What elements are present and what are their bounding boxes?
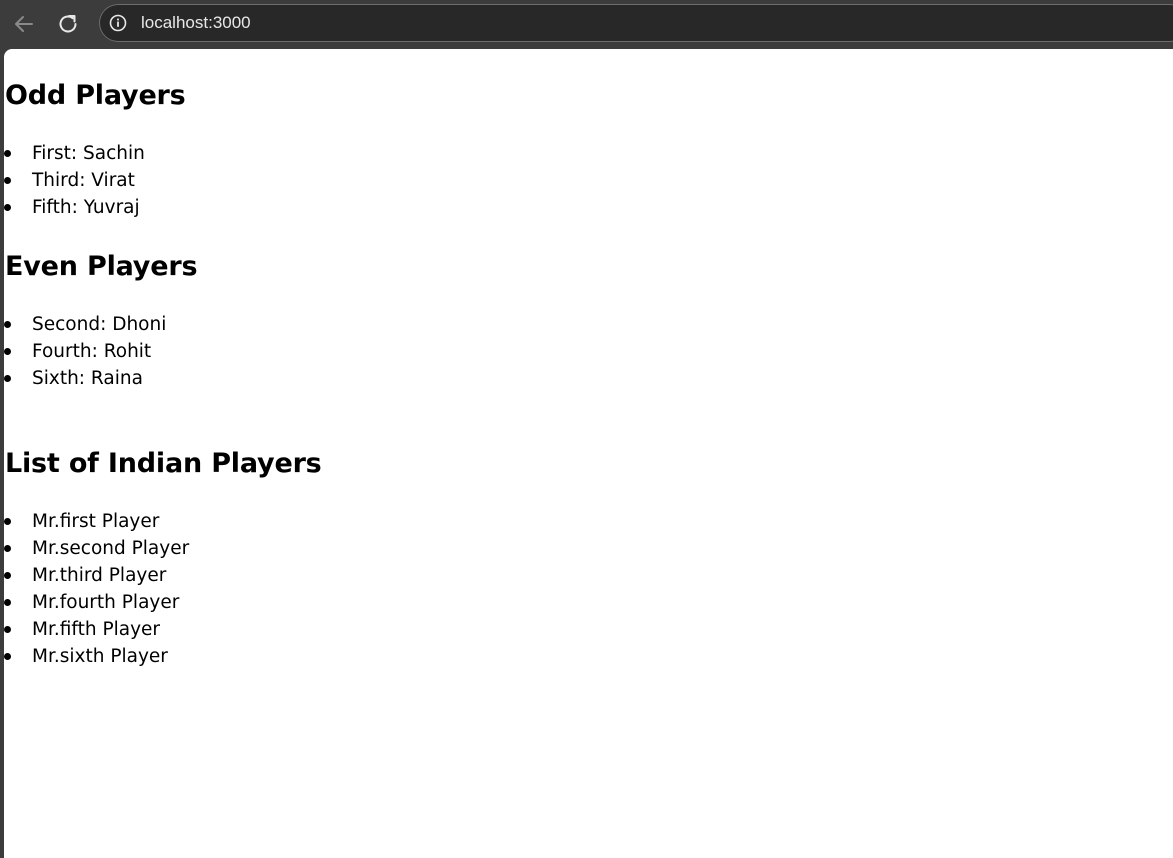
list-item-text: Mr.sixth Player: [32, 646, 168, 667]
browser-toolbar: localhost:3000: [0, 0, 1173, 48]
list-item-text: Mr.fourth Player: [32, 592, 180, 613]
bullet-icon: [4, 204, 11, 211]
bullet-icon: [4, 321, 11, 328]
list-item-text: Sixth: Raina: [32, 368, 143, 389]
odd-players-heading: Odd Players: [5, 80, 186, 111]
bullet-icon: [4, 348, 11, 355]
list-item-text: Mr.first Player: [32, 511, 160, 532]
list-item-text: Second: Dhoni: [32, 314, 167, 335]
reload-icon: [59, 15, 77, 33]
bullet-icon: [4, 177, 11, 184]
bullet-icon: [4, 518, 11, 525]
list-item-text: First: Sachin: [32, 143, 145, 164]
page-content: Odd Players First: Sachin Third: Virat F…: [4, 49, 1173, 858]
reload-button[interactable]: [52, 8, 84, 40]
address-bar[interactable]: localhost:3000: [99, 4, 1173, 42]
bullet-icon: [4, 150, 11, 157]
info-icon[interactable]: [109, 14, 127, 32]
bullet-icon: [4, 653, 11, 660]
list-item-text: Mr.second Player: [32, 538, 190, 559]
bullet-icon: [4, 626, 11, 633]
back-button[interactable]: [8, 8, 40, 40]
even-players-heading: Even Players: [5, 251, 198, 282]
list-item-text: Third: Virat: [32, 170, 135, 191]
bullet-icon: [4, 545, 11, 552]
list-item-text: Mr.fifth Player: [32, 619, 161, 640]
url-text[interactable]: localhost:3000: [141, 13, 251, 33]
list-item-text: Mr.third Player: [32, 565, 167, 586]
bullet-icon: [4, 375, 11, 382]
bullet-icon: [4, 572, 11, 579]
bullet-icon: [4, 599, 11, 606]
list-item-text: Fifth: Yuvraj: [32, 197, 140, 218]
list-item-text: Fourth: Rohit: [32, 341, 152, 362]
indian-players-heading: List of Indian Players: [5, 448, 322, 479]
back-arrow-icon: [15, 16, 33, 32]
